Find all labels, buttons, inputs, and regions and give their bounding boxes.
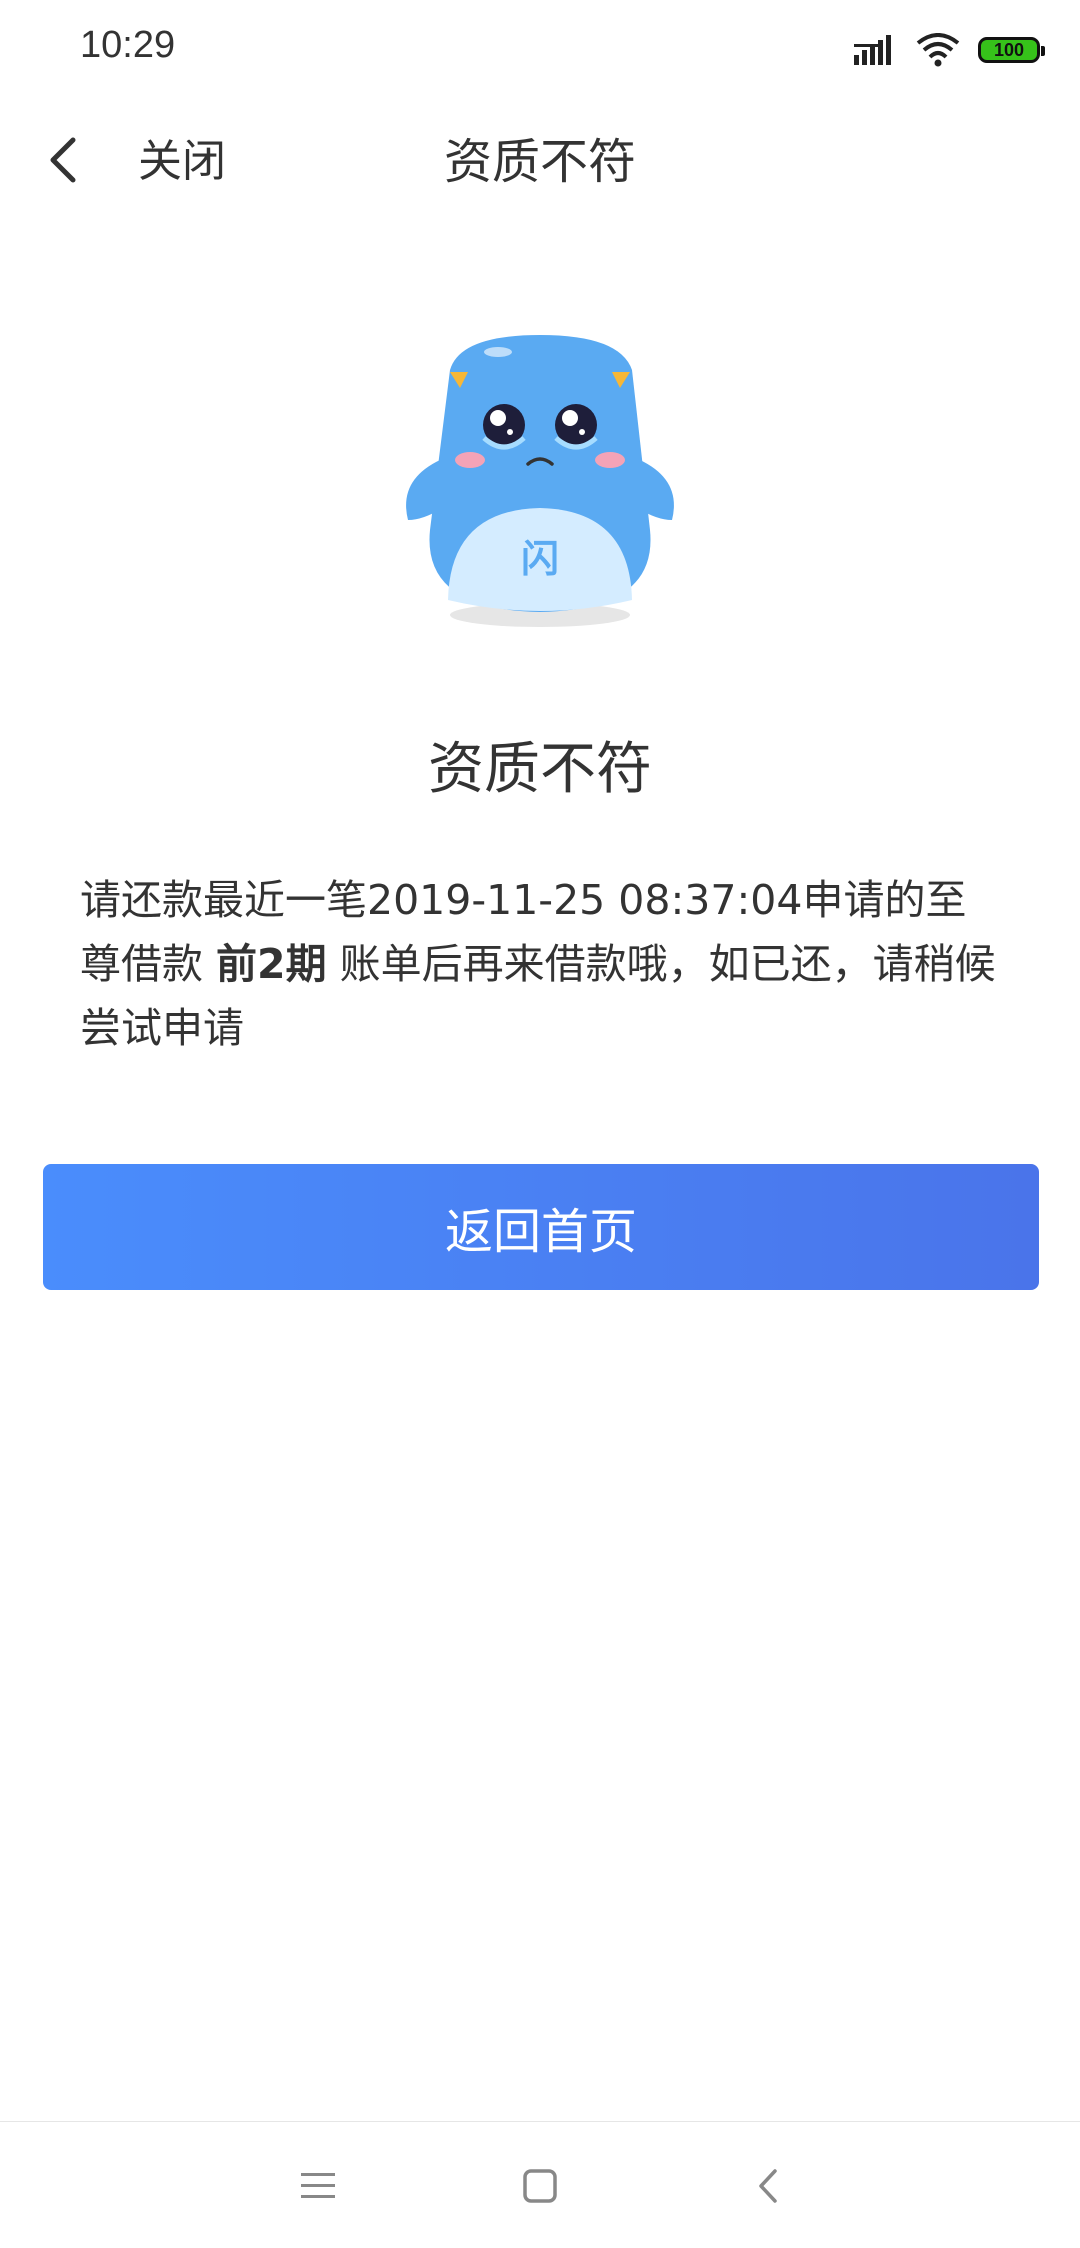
sad-mascot-illustration: 闪 <box>406 335 674 627</box>
menu-button[interactable] <box>288 2158 348 2214</box>
return-home-button[interactable]: 返回首页 <box>43 1164 1039 1290</box>
mascot-badge: 闪 <box>521 537 559 581</box>
signal-icon <box>854 35 891 65</box>
system-back-button[interactable] <box>738 2158 798 2214</box>
back-chevron-icon <box>759 2169 777 2203</box>
system-nav-bar <box>0 2121 1080 2248</box>
home-square-icon <box>523 2169 557 2203</box>
result-message: 请还款最近一笔2019-11-25 08:37:04申请的至尊借款 前2期 账单… <box>80 868 1000 1060</box>
page-title: 资质不符 <box>443 134 636 190</box>
message-highlight: 前2期 <box>216 940 327 988</box>
status-time: 10:29 <box>80 24 176 66</box>
result-title: 资质不符 <box>428 737 652 802</box>
menu-icon <box>301 2173 335 2198</box>
nav-bar: 关闭 资质不符 <box>0 110 1080 210</box>
home-button[interactable] <box>510 2158 570 2214</box>
status-icons: 100 <box>854 28 1045 72</box>
status-bar: 10:29 100 <box>0 0 1080 100</box>
battery-icon: 100 <box>978 37 1045 63</box>
wifi-icon <box>916 33 960 67</box>
